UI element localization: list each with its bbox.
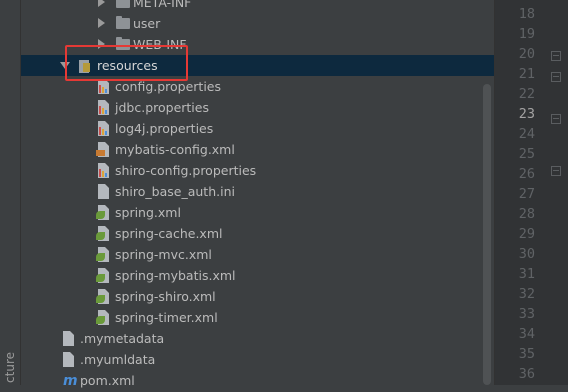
tree-item[interactable]: spring-shiro.xml bbox=[21, 286, 495, 307]
fold-marker[interactable] bbox=[551, 51, 561, 61]
spring-xml-file-icon bbox=[96, 226, 109, 241]
tree-item-label: spring-mybatis.xml bbox=[115, 268, 236, 283]
line-number: 32 bbox=[518, 286, 535, 302]
line-number: 30 bbox=[518, 246, 535, 262]
tree-item-label: spring-cache.xml bbox=[115, 226, 223, 241]
structure-side-strip[interactable]: cture bbox=[0, 0, 21, 385]
annotation-highlight-box bbox=[65, 45, 188, 81]
expand-arrow-right-icon[interactable] bbox=[98, 18, 105, 28]
editor-gutter: 18 19 20 21 22 23 24 25 26 27 28 29 30 31 32 33 34 35 36 bbox=[495, 0, 568, 385]
line-number: 31 bbox=[518, 266, 535, 282]
tree-item[interactable]: spring-timer.xml bbox=[21, 307, 495, 328]
tree-item-label: spring-mvc.xml bbox=[115, 247, 212, 262]
tree-item[interactable]: jdbc.properties bbox=[21, 97, 495, 118]
line-number: 35 bbox=[518, 346, 535, 362]
tree-item[interactable]: shiro_base_auth.ini bbox=[21, 181, 495, 202]
tree-item-label: mybatis-config.xml bbox=[115, 142, 235, 157]
line-number: 20 bbox=[518, 46, 535, 62]
tree-item-label: .myumldata bbox=[80, 352, 156, 367]
line-number: 28 bbox=[518, 206, 535, 222]
tree-item[interactable]: spring-mvc.xml bbox=[21, 244, 495, 265]
line-number: 33 bbox=[518, 306, 535, 322]
fold-marker[interactable] bbox=[551, 72, 561, 82]
properties-file-icon bbox=[98, 121, 109, 136]
tree-item-label: shiro_base_auth.ini bbox=[115, 184, 235, 199]
expand-arrow-right-icon[interactable] bbox=[98, 0, 105, 7]
tree-item[interactable]: m pom.xml bbox=[21, 370, 495, 391]
line-number: 26 bbox=[518, 166, 535, 182]
line-number: 18 bbox=[518, 6, 535, 22]
text-file-icon bbox=[98, 184, 109, 199]
line-number: 19 bbox=[518, 26, 535, 42]
line-number: 24 bbox=[518, 126, 535, 142]
tree-item[interactable]: .mymetadata bbox=[21, 328, 495, 349]
tree-item-label: pom.xml bbox=[80, 373, 135, 388]
line-number: 25 bbox=[518, 146, 535, 162]
properties-file-icon bbox=[98, 79, 109, 94]
line-number: 27 bbox=[518, 186, 535, 202]
tree-item-label: log4j.properties bbox=[115, 121, 214, 136]
line-number: 21 bbox=[518, 66, 535, 82]
line-number: 34 bbox=[518, 326, 535, 342]
tree-item-label: spring.xml bbox=[115, 205, 181, 220]
tree-item-label: shiro-config.properties bbox=[115, 163, 257, 178]
tree-item[interactable]: .myumldata bbox=[21, 349, 495, 370]
spring-xml-file-icon bbox=[96, 247, 109, 262]
folder-icon bbox=[116, 16, 130, 29]
properties-file-icon bbox=[98, 163, 109, 178]
tree-item-label: user bbox=[133, 16, 161, 31]
tree-scrollbar[interactable] bbox=[483, 84, 491, 385]
text-file-icon bbox=[63, 352, 74, 367]
tree-item[interactable]: mybatis-config.xml bbox=[21, 139, 495, 160]
xml-file-icon bbox=[96, 142, 109, 157]
maven-icon: m bbox=[63, 373, 78, 389]
fold-marker[interactable] bbox=[551, 114, 561, 124]
properties-file-icon bbox=[98, 100, 109, 115]
tree-item[interactable]: shiro-config.properties bbox=[21, 160, 495, 181]
tree-item[interactable]: spring-cache.xml bbox=[21, 223, 495, 244]
tree-item-label: jdbc.properties bbox=[115, 100, 209, 115]
text-file-icon bbox=[63, 331, 74, 346]
spring-xml-file-icon bbox=[96, 268, 109, 283]
tree-item[interactable]: spring.xml bbox=[21, 202, 495, 223]
tree-item[interactable]: META-INF bbox=[21, 0, 495, 13]
tree-item-label: META-INF bbox=[133, 0, 192, 10]
tree-item-label: .mymetadata bbox=[80, 331, 165, 346]
structure-tab-label[interactable]: cture bbox=[3, 352, 17, 383]
line-number: 36 bbox=[518, 366, 535, 382]
tree-item-label: spring-shiro.xml bbox=[115, 289, 216, 304]
line-number: 22 bbox=[518, 86, 535, 102]
spring-xml-file-icon bbox=[96, 205, 109, 220]
folder-icon bbox=[116, 0, 130, 8]
tree-item[interactable]: user bbox=[21, 13, 495, 34]
tree-item[interactable]: log4j.properties bbox=[21, 118, 495, 139]
tree-item-label: spring-timer.xml bbox=[115, 310, 218, 325]
tree-item[interactable]: spring-mybatis.xml bbox=[21, 265, 495, 286]
spring-xml-file-icon bbox=[96, 310, 109, 325]
fold-marker[interactable] bbox=[551, 166, 561, 176]
line-number: 29 bbox=[518, 226, 535, 242]
line-number: 23 bbox=[518, 106, 535, 122]
spring-xml-file-icon bbox=[96, 289, 109, 304]
